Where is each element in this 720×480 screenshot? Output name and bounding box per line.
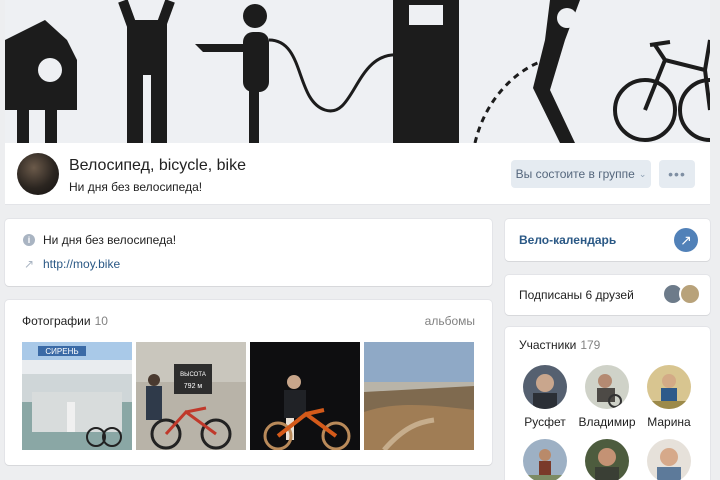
arrow-up-right-icon[interactable]: ↗ — [674, 228, 698, 252]
member-item[interactable] — [577, 439, 637, 480]
albums-link[interactable]: альбомы — [425, 314, 475, 328]
member-name[interactable]: Русфет — [515, 415, 575, 429]
group-header: Велосипед, bicycle, bike Ни дня без вело… — [5, 143, 710, 205]
avatar[interactable] — [585, 439, 629, 480]
photo-sign-line-1: ВЫСОТА — [180, 372, 206, 378]
members-header[interactable]: Участники 179 — [519, 338, 600, 352]
avatar[interactable] — [647, 365, 691, 409]
member-item[interactable]: Русфет — [515, 365, 575, 429]
group-title: Велосипед, bicycle, bike — [69, 157, 246, 174]
photos-count: 10 — [94, 314, 108, 328]
photo-thumbnail[interactable] — [364, 342, 474, 450]
photo-sign-text: СИРЕНЬ — [45, 347, 78, 356]
avatar[interactable] — [523, 365, 567, 409]
info-icon: i — [23, 234, 35, 246]
member-item[interactable] — [515, 439, 575, 480]
website-link[interactable]: http://moy.bike — [43, 257, 120, 271]
website-row[interactable]: ↗ http://moy.bike — [23, 257, 120, 271]
group-info-card: i Ни дня без велосипеда! ↗ http://moy.bi… — [5, 219, 492, 286]
membership-button[interactable]: Вы состоите в группе ⌄ — [511, 160, 651, 188]
chevron-down-icon: ⌄ — [638, 168, 647, 179]
group-status: Ни дня без велосипеда! — [69, 180, 203, 194]
more-actions-button[interactable]: ••• — [659, 160, 695, 188]
membership-button-label: Вы состоите в группе — [515, 167, 635, 181]
photo-thumbnail[interactable] — [250, 342, 360, 450]
photo-thumbnail[interactable]: СИРЕНЬ — [22, 342, 132, 450]
description-text: Ни дня без велосипеда! — [43, 233, 177, 247]
group-avatar[interactable] — [17, 153, 59, 195]
calendar-card[interactable]: Вело-календарь ↗ — [505, 219, 710, 261]
friends-subscribed-text[interactable]: Подписаны 6 друзей — [519, 288, 634, 302]
link-icon: ↗ — [23, 257, 35, 271]
photos-card: Фотографии 10 альбомы СИРЕНЬ ВЫСОТА 792 м — [5, 300, 492, 465]
member-name[interactable]: Владимир — [577, 415, 637, 429]
cover-illustration — [5, 0, 710, 143]
avatar[interactable] — [585, 365, 629, 409]
members-count: 179 — [580, 338, 601, 352]
member-item[interactable]: Владимир — [577, 365, 637, 429]
friend-avatar[interactable] — [679, 283, 701, 305]
group-cover — [5, 0, 710, 143]
members-title: Участники — [519, 338, 577, 352]
member-item[interactable]: Марина — [639, 365, 699, 429]
friends-card[interactable]: Подписаны 6 друзей — [505, 275, 710, 315]
member-name[interactable]: Марина — [639, 415, 699, 429]
description-row: i Ни дня без велосипеда! — [23, 233, 176, 247]
photo-sign-line-2: 792 м — [184, 383, 203, 390]
avatar[interactable] — [647, 439, 691, 480]
photos-title: Фотографии — [22, 314, 91, 328]
member-item[interactable] — [639, 439, 699, 480]
photos-header[interactable]: Фотографии 10 — [22, 314, 108, 328]
avatar[interactable] — [523, 439, 567, 480]
calendar-title[interactable]: Вело-календарь — [519, 233, 616, 247]
photo-thumbnail[interactable]: ВЫСОТА 792 м — [136, 342, 246, 450]
members-card: Участники 179 Русфет Владимир Марина — [505, 327, 710, 480]
